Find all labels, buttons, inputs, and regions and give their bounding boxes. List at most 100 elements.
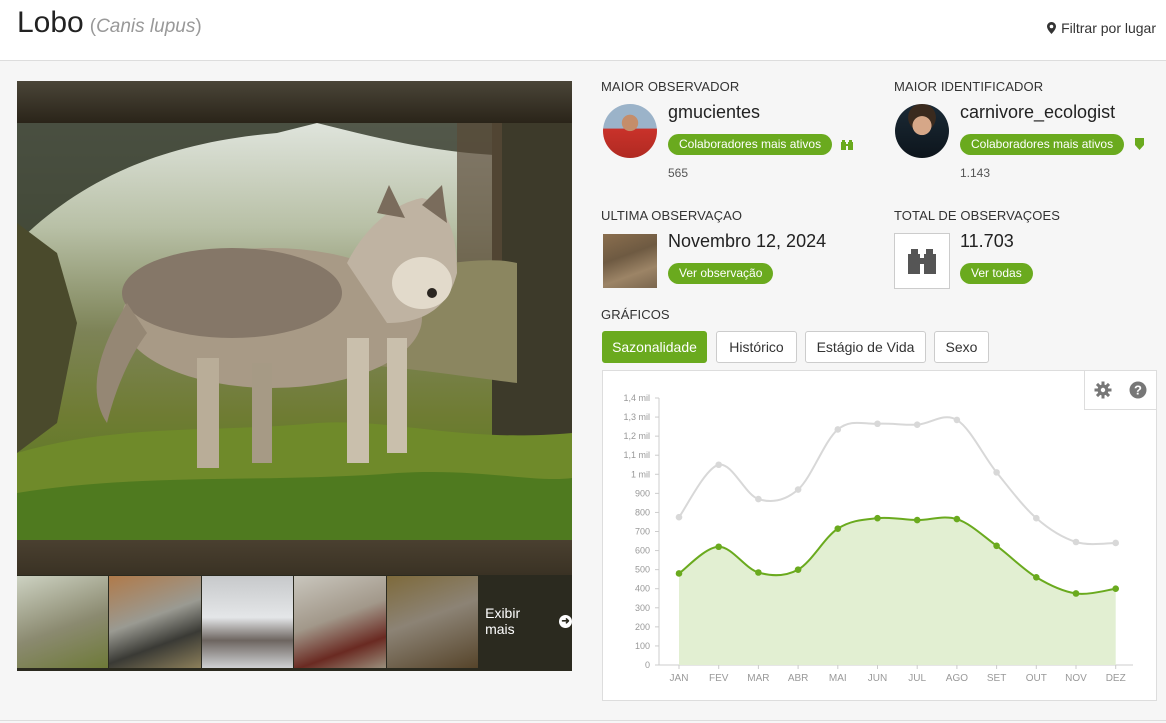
- gear-icon[interactable]: [1094, 381, 1112, 399]
- show-more-button[interactable]: Exibir mais ➜: [485, 575, 572, 667]
- y-tick-label: 1,4 mil: [623, 393, 650, 403]
- total-observations-label: TOTAL DE OBSERVAÇOES: [894, 208, 1060, 223]
- charts-label: GRÁFICOS: [601, 307, 670, 322]
- x-tick-label: MAR: [747, 673, 769, 684]
- top-observer-count: 565: [668, 166, 689, 180]
- footer-divider: [0, 720, 1166, 721]
- tab-history[interactable]: Histórico: [716, 331, 797, 363]
- total-observations-box: [894, 233, 950, 289]
- x-tick-label: NOV: [1065, 673, 1087, 684]
- data-point: [953, 416, 961, 424]
- y-tick-label: 800: [635, 507, 650, 517]
- x-tick-label: JUL: [908, 673, 926, 684]
- data-point: [755, 569, 762, 576]
- data-point: [675, 513, 683, 521]
- x-tick-label: FEV: [709, 673, 729, 684]
- data-point: [794, 566, 802, 573]
- y-tick-label: 300: [635, 603, 650, 613]
- y-tick-label: 1,2 mil: [623, 431, 650, 441]
- x-tick-label: AGO: [946, 673, 968, 684]
- data-point: [874, 514, 881, 522]
- y-tick-label: 400: [635, 584, 650, 594]
- data-point: [993, 469, 1000, 476]
- arrow-right-circle-icon: ➜: [559, 614, 572, 628]
- data-point: [1033, 573, 1040, 581]
- page-header: Lobo (Canis lupus) Filtrar por lugar: [0, 0, 1166, 61]
- main-photo[interactable]: [17, 123, 572, 540]
- photo-thumbnail[interactable]: [201, 576, 294, 668]
- filter-label: Filtrar por lugar: [1061, 20, 1156, 36]
- photo-top-band: [17, 81, 572, 123]
- y-tick-label: 900: [635, 488, 650, 498]
- tab-sex[interactable]: Sexo: [934, 331, 989, 363]
- photo-thumbnail[interactable]: [386, 576, 479, 668]
- data-point: [1072, 538, 1080, 546]
- last-observation-thumbnail[interactable]: [603, 234, 657, 288]
- data-point: [1112, 539, 1119, 547]
- data-point: [993, 542, 1000, 550]
- help-icon[interactable]: ?: [1129, 381, 1147, 399]
- last-observation-date: Novembro 12, 2024: [668, 231, 827, 251]
- binoculars-icon: [841, 140, 853, 150]
- data-point: [1072, 590, 1080, 597]
- photo-thumbnail[interactable]: [17, 576, 109, 668]
- series-area: [679, 517, 1116, 665]
- top-observer-avatar[interactable]: [603, 104, 657, 158]
- data-point: [755, 495, 762, 503]
- x-tick-label: MAI: [829, 673, 847, 684]
- data-point: [675, 570, 683, 577]
- x-tick-label: OUT: [1026, 673, 1047, 684]
- x-tick-label: JAN: [670, 673, 689, 684]
- data-point: [953, 515, 961, 523]
- common-name: Lobo: [17, 6, 84, 39]
- data-point: [913, 421, 921, 428]
- tab-seasonality[interactable]: Sazonalidade: [602, 331, 707, 363]
- y-tick-label: 700: [635, 527, 650, 537]
- data-point: [874, 420, 881, 428]
- total-observations-value: 11.703: [960, 231, 1014, 251]
- page-title: Lobo (Canis lupus): [17, 6, 202, 40]
- photo-thumbnail[interactable]: [109, 576, 201, 668]
- y-tick-label: 1,1 mil: [623, 450, 650, 460]
- x-tick-label: DEZ: [1106, 673, 1126, 684]
- view-all-button[interactable]: Ver todas: [960, 263, 1033, 284]
- view-observation-button[interactable]: Ver observação: [668, 263, 774, 284]
- show-more-label: Exibir mais: [485, 605, 521, 637]
- y-tick-label: 500: [635, 565, 650, 575]
- data-point: [913, 516, 921, 524]
- y-tick-label: 1,3 mil: [623, 412, 650, 422]
- last-observation-label: ULTIMA OBSERVAÇAO: [601, 208, 743, 223]
- photo-viewer: Exibir mais ➜: [17, 81, 572, 671]
- data-point: [715, 461, 722, 469]
- filter-by-place-button[interactable]: Filtrar por lugar: [1047, 20, 1156, 36]
- y-tick-label: 1 mil: [631, 469, 650, 479]
- chart-plot: 0 100 200 300 400 500 600 700 800 900 1 mil 1,1 mil…: [623, 393, 1133, 684]
- data-point: [834, 525, 842, 532]
- data-point: [715, 543, 722, 551]
- photo-thumbnail[interactable]: [294, 576, 386, 668]
- photo-thumbnails: Exibir mais ➜: [17, 575, 572, 671]
- y-tick-label: 200: [635, 622, 650, 632]
- map-marker-icon: [1047, 22, 1057, 34]
- top-identifier-badge: Colaboradores mais ativos: [960, 134, 1125, 155]
- binoculars-icon: [908, 249, 936, 274]
- x-tick-label: SET: [987, 673, 1006, 684]
- identification-icon: [1135, 138, 1144, 150]
- top-observer-badge: Colaboradores mais ativos: [668, 134, 833, 155]
- top-identifier-avatar[interactable]: [895, 104, 949, 158]
- photo-bottom-band: [17, 540, 572, 575]
- scientific-name: (Canis lupus): [89, 16, 202, 37]
- top-identifier-username[interactable]: carnivore_ecologist: [960, 102, 1115, 123]
- data-point: [794, 486, 802, 493]
- y-tick-label: 100: [635, 641, 650, 651]
- top-identifier-label: MAIOR IDENTIFICADOR: [894, 79, 1044, 94]
- x-tick-label: ABR: [788, 673, 809, 684]
- top-identifier-count: 1.143: [960, 166, 991, 180]
- tab-life-stage[interactable]: Estágio de Vida: [805, 331, 926, 363]
- x-tick-label: JUN: [868, 673, 887, 684]
- y-tick-label: 600: [635, 546, 650, 556]
- svg-text:?: ?: [1134, 383, 1142, 398]
- data-point: [1033, 514, 1040, 522]
- top-observer-username[interactable]: gmucientes: [668, 102, 760, 123]
- data-point: [834, 426, 842, 433]
